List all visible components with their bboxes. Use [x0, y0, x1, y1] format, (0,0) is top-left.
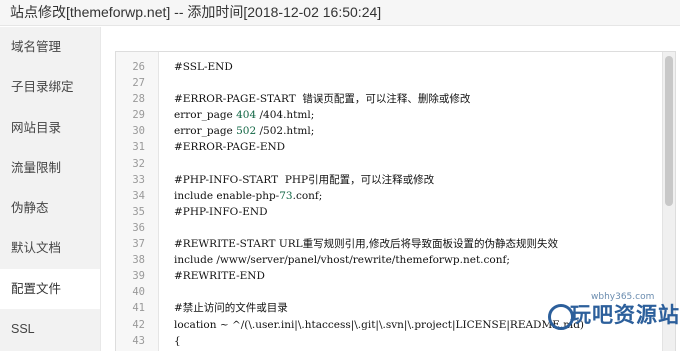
code-token: location ~ ^/(\.user.ini|\.htaccess|\.gi… — [174, 318, 585, 331]
code-line[interactable]: 27 — [116, 75, 675, 91]
code-text[interactable]: #PHP-INFO-START PHP引用配置，可以注释或修改 — [174, 172, 434, 188]
sidebar-item[interactable]: 默认文档 — [0, 228, 100, 268]
line-number: 37 — [132, 238, 145, 251]
line-number: 41 — [132, 302, 145, 315]
editor-scrollbar[interactable] — [662, 52, 675, 351]
line-number: 33 — [132, 173, 145, 186]
code-line[interactable]: 40 — [116, 284, 675, 300]
code-token: { — [174, 334, 181, 347]
line-number: 40 — [132, 286, 145, 299]
sidebar-item[interactable]: 伪静态 — [0, 188, 100, 228]
scrollbar-thumb[interactable] — [665, 56, 673, 206]
code-line[interactable]: 32 — [116, 156, 675, 172]
code-token: #禁止访问的文件或目录 — [174, 302, 288, 315]
code-text[interactable]: include /www/server/panel/vhost/rewrite/… — [174, 252, 510, 268]
code-line[interactable]: 37 #REWRITE-START URL重写规则引用,修改后将导致面板设置的伪静… — [116, 236, 675, 252]
code-token: /502.html; — [256, 125, 315, 138]
line-number: 26 — [132, 61, 145, 73]
code-token: include enable-php- — [174, 189, 280, 202]
line-number: 36 — [132, 221, 145, 234]
code-text[interactable]: #ERROR-PAGE-END — [174, 139, 285, 155]
code-line[interactable]: 33 #PHP-INFO-START PHP引用配置，可以注释或修改 — [116, 172, 675, 188]
code-text[interactable]: #REWRITE-START URL重写规则引用,修改后将导致面板设置的伪静态规… — [174, 236, 558, 252]
code-line[interactable]: 29 error_page 404 /404.html; — [116, 107, 675, 123]
line-number: 27 — [132, 77, 145, 90]
code-line[interactable]: 31 #ERROR-PAGE-END — [116, 139, 675, 155]
code-line[interactable]: 43 { — [116, 333, 675, 349]
code-line[interactable]: 35 #PHP-INFO-END — [116, 204, 675, 220]
sidebar-item[interactable]: 配置文件 — [0, 268, 100, 310]
code-line[interactable]: 36 — [116, 220, 675, 236]
code-token: #PHP-INFO-END — [174, 205, 268, 218]
code-line[interactable]: 26 #SSL-END — [116, 59, 675, 75]
code-text[interactable]: { — [174, 333, 181, 349]
line-number: 29 — [132, 109, 145, 122]
code-token: .conf; — [292, 189, 323, 202]
code-line[interactable]: 38 include /www/server/panel/vhost/rewrit… — [116, 252, 675, 268]
code-token: #ERROR-PAGE-START 错误页配置，可以注释、删除或修改 — [174, 93, 471, 106]
sidebar-item[interactable]: 域名管理 — [0, 27, 100, 67]
code-text[interactable]: #SSL-END — [174, 59, 233, 75]
code-line[interactable]: 30 error_page 502 /502.html; — [116, 123, 675, 139]
code-line[interactable]: 42 location ~ ^/(\.user.ini|\.htaccess|\.… — [116, 317, 675, 333]
code-token: error_page — [174, 125, 237, 138]
code-text[interactable]: #ERROR-PAGE-START 错误页配置，可以注释、删除或修改 — [174, 91, 470, 107]
line-number: 43 — [132, 334, 145, 347]
code-token: #PHP-INFO-START PHP引用配置，可以注释或修改 — [174, 173, 435, 186]
line-number: 38 — [132, 254, 145, 267]
line-number: 42 — [132, 318, 145, 331]
code-token: #SSL-END — [174, 61, 233, 73]
line-number: 31 — [132, 141, 145, 154]
line-number: 32 — [132, 157, 145, 170]
window-title: 站点修改[themeforwp.net] -- 添加时间[2018-12-02 … — [0, 0, 680, 26]
code-number: 404 — [236, 109, 257, 122]
sidebar-item[interactable]: SSL — [0, 309, 100, 349]
line-number: 28 — [132, 93, 145, 106]
code-text[interactable]: error_page 404 /404.html; — [174, 107, 314, 123]
line-number: 35 — [132, 205, 145, 218]
code-token: error_page — [174, 109, 237, 122]
line-number: 39 — [132, 270, 145, 283]
code-token: #ERROR-PAGE-END — [174, 141, 286, 154]
sidebar-item[interactable]: 网站目录 — [0, 108, 100, 148]
code-number: 502 — [236, 125, 257, 138]
code-token: /404.html; — [256, 109, 315, 122]
code-number: 73 — [279, 189, 293, 202]
sidebar-item[interactable]: 流量限制 — [0, 148, 100, 188]
code-token: #REWRITE-START URL重写规则引用,修改后将导致面板设置的伪静态规… — [174, 238, 558, 251]
line-number: 30 — [132, 125, 145, 138]
code-token: #REWRITE-END — [174, 270, 265, 283]
line-number: 34 — [132, 189, 145, 202]
code-line[interactable]: 28 #ERROR-PAGE-START 错误页配置，可以注释、删除或修改 — [116, 91, 675, 107]
config-panel: 26 #SSL-END 27 28 #ERROR-PAGE-START 错误页配置，可以… — [101, 27, 680, 351]
code-text[interactable]: include enable-php-73.conf; — [174, 188, 322, 204]
code-text[interactable]: #PHP-INFO-END — [174, 204, 268, 220]
code-line[interactable]: 39 #REWRITE-END — [116, 268, 675, 284]
code-line[interactable]: 41 #禁止访问的文件或目录 — [116, 300, 675, 316]
code-line[interactable]: 34 include enable-php-73.conf; — [116, 188, 675, 204]
code-text[interactable]: #禁止访问的文件或目录 — [174, 300, 288, 316]
code-lines[interactable]: 26 #SSL-END 27 28 #ERROR-PAGE-START 错误页配置，可以… — [116, 59, 675, 351]
code-text[interactable]: #REWRITE-END — [174, 268, 265, 284]
code-token: include /www/server/panel/vhost/rewrite/… — [174, 254, 510, 267]
config-code-editor[interactable]: 26 #SSL-END 27 28 #ERROR-PAGE-START 错误页配置，可以… — [115, 51, 676, 351]
settings-sidebar: 域名管理 子目录绑定 网站目录 流量限制 伪静态 默认文档 配置文件 SSL — [0, 27, 101, 351]
code-text[interactable]: location ~ ^/(\.user.ini|\.htaccess|\.gi… — [174, 317, 584, 333]
code-text[interactable]: error_page 502 /502.html; — [174, 123, 314, 139]
sidebar-item[interactable]: 子目录绑定 — [0, 67, 100, 107]
